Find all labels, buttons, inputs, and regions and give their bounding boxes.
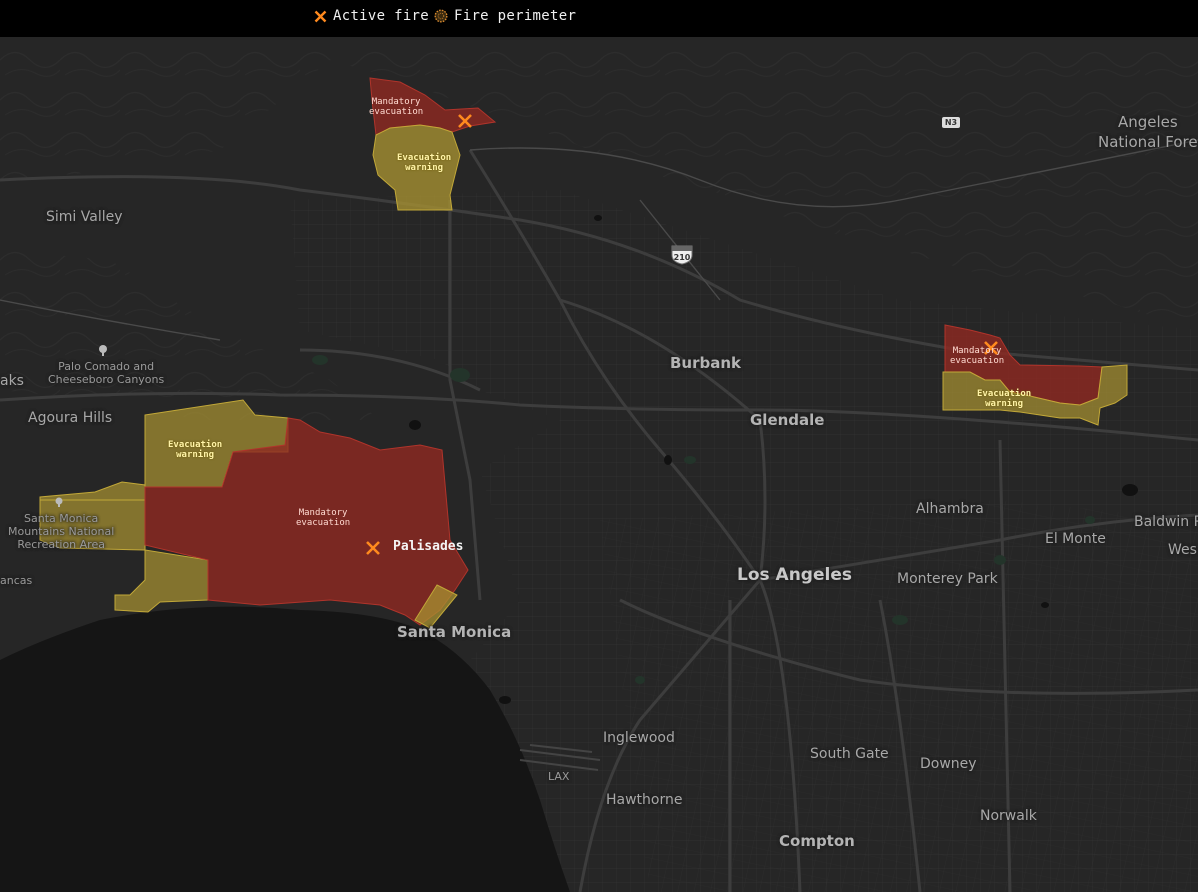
place-el-monte[interactable]: El Monte [1045,531,1106,547]
active-fire-icon [314,10,327,22]
route-n3-shield: N3 [942,117,960,128]
legend-fire-perimeter-label: Fire perimeter [454,8,577,24]
place-santa-monica[interactable]: Santa Monica [397,623,511,641]
place-compton[interactable]: Compton [779,832,855,850]
legend-fire-perimeter[interactable]: Fire perimeter [434,8,576,24]
legend-active-fire[interactable]: Active fire [314,8,429,24]
route-n3-label: N3 [942,117,960,128]
palisades-warning-label: Evacuation warning [168,440,223,460]
place-los-angeles[interactable]: Los Angeles [737,565,852,585]
place-inglewood[interactable]: Inglewood [603,730,675,746]
fire-perimeter-icon [434,9,448,23]
interstate-210-label: 210 [673,253,691,262]
place-downey[interactable]: Downey [920,756,977,772]
place-burbank[interactable]: Burbank [670,354,741,372]
map-view[interactable]: 210 N3 Simi Valley Palo Comado and Chees… [0,37,1198,892]
place-lax[interactable]: LAX [548,770,569,783]
place-alhambra[interactable]: Alhambra [916,501,984,517]
place-simi-valley[interactable]: Simi Valley [46,209,123,225]
palisades-fire-name[interactable]: Palisades [393,539,463,554]
place-glendale[interactable]: Glendale [750,411,824,429]
basemap [0,37,1198,892]
north-mandatory-label: Mandatory evacuation [369,97,424,117]
urban-grid-south [600,500,1198,892]
legend-active-fire-label: Active fire [333,8,430,24]
place-west[interactable]: Wes [1168,542,1197,558]
place-palo-comado[interactable]: Palo Comado and Cheeseboro Canyons [48,360,164,386]
place-angeles-forest[interactable]: Angeles National Fore [1098,112,1198,152]
place-hawthorne[interactable]: Hawthorne [606,792,682,808]
place-south-gate[interactable]: South Gate [810,746,889,762]
place-oaks[interactable]: aks [0,373,24,389]
east-mandatory-label: Mandatory evacuation [950,346,1005,366]
east-warning-label: Evacuation warning [977,389,1032,409]
place-agoura-hills[interactable]: Agoura Hills [28,410,112,426]
place-monterey-park[interactable]: Monterey Park [897,571,998,587]
place-baldwin-park[interactable]: Baldwin Pa [1134,514,1198,530]
place-santa-monica-mountains[interactable]: Santa Monica Mountains National Recreati… [8,512,114,551]
place-ancas[interactable]: ancas [0,574,32,587]
place-norwalk[interactable]: Norwalk [980,808,1037,824]
interstate-210-shield: 210 [670,243,694,267]
palisades-mandatory-label: Mandatory evacuation [296,508,351,528]
north-warning-label: Evacuation warning [397,153,452,173]
map-legend: Active fire Fire perimeter [0,0,1198,37]
